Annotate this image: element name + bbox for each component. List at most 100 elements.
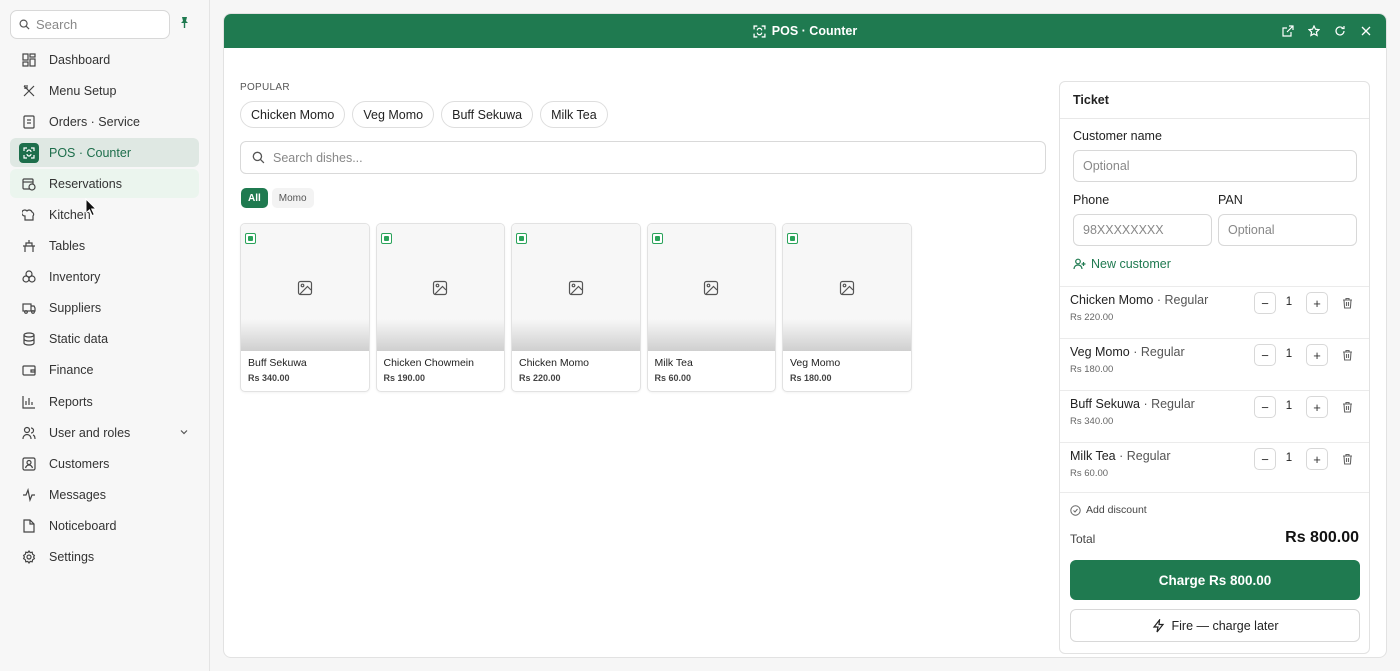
sidebar-item-tables[interactable]: Tables (10, 232, 199, 261)
sidebar-item-label: POS · Counter (49, 145, 131, 160)
increase-qty-button[interactable]: + (1306, 396, 1328, 418)
new-customer-link[interactable]: New customer (1073, 257, 1171, 271)
veg-indicator-icon (245, 233, 256, 244)
line-item-name: Chicken Momo (1070, 293, 1154, 307)
increase-qty-button[interactable]: + (1306, 292, 1328, 314)
dish-card[interactable]: Chicken Momo Rs 220.00 (511, 223, 641, 392)
line-item-price: Rs 340.00 (1070, 416, 1114, 427)
sidebar-item-settings[interactable]: Settings (10, 543, 199, 572)
boxes-icon (21, 269, 37, 285)
external-link-icon[interactable] (1281, 24, 1294, 37)
dish-price: Rs 180.00 (790, 373, 832, 383)
fire-charge-later-button[interactable]: Fire — charge later (1070, 609, 1360, 642)
sidebar-item-label: Finance (49, 363, 94, 378)
filter-momo[interactable]: Momo (271, 188, 314, 208)
sidebar-item-customers[interactable]: Customers (10, 449, 199, 478)
ticket-line-item: Chicken Momo · Regular Rs 220.00 − 1 + (1070, 288, 1360, 338)
line-item-variant: · Regular (1156, 293, 1209, 307)
sidebar-item-kitchen[interactable]: Kitchen (10, 200, 199, 229)
dish-card[interactable]: Buff Sekuwa Rs 340.00 (240, 223, 370, 392)
sidebar-nav: Dashboard Menu Setup Orders · Service PO… (10, 45, 199, 574)
dish-card[interactable]: Veg Momo Rs 180.00 (782, 223, 912, 392)
customer-name-input[interactable]: Optional (1073, 150, 1357, 182)
dish-price: Rs 190.00 (383, 373, 426, 383)
refresh-icon[interactable] (1333, 24, 1346, 37)
sidebar-item-static-data[interactable]: Static data (10, 325, 199, 354)
sidebar-item-suppliers[interactable]: Suppliers (10, 294, 199, 323)
line-item-variant: · Regular (1133, 345, 1185, 359)
phone-label: Phone (1073, 193, 1110, 207)
sidebar-item-messages[interactable]: Messages (10, 480, 199, 509)
line-item-variant: · Regular (1143, 397, 1195, 411)
phone-input[interactable]: 98XXXXXXXX (1073, 214, 1212, 246)
increase-qty-button[interactable]: + (1306, 448, 1328, 470)
filter-all[interactable]: All (241, 188, 268, 208)
line-item-qty: 1 (1285, 400, 1293, 412)
sidebar-item-inventory[interactable]: Inventory (10, 263, 199, 292)
table-icon (21, 238, 37, 254)
wallet-icon (21, 362, 37, 378)
truck-icon (21, 300, 37, 316)
receipt-icon (21, 114, 37, 130)
pin-icon[interactable] (179, 16, 190, 32)
sidebar-item-pos-counter[interactable]: POS · Counter (10, 138, 199, 168)
add-discount-link[interactable]: Add discount (1070, 504, 1147, 516)
close-icon[interactable] (1359, 24, 1372, 37)
discount-icon (1070, 504, 1081, 516)
sidebar-item-noticeboard[interactable]: Noticeboard (10, 511, 199, 540)
sidebar-item-menu-setup[interactable]: Menu Setup (10, 76, 199, 105)
line-item-name: Milk Tea (1070, 449, 1116, 463)
charge-button[interactable]: Charge Rs 800.00 (1070, 560, 1360, 600)
popular-chip[interactable]: Chicken Momo (240, 101, 346, 128)
trash-icon[interactable] (1342, 401, 1353, 416)
sidebar-item-finance[interactable]: Finance (10, 356, 199, 385)
sidebar-item-user-and-roles[interactable]: User and roles (10, 418, 199, 447)
popular-chip[interactable]: Veg Momo (352, 101, 435, 128)
lightning-icon (1152, 618, 1164, 632)
customer-name-label: Customer name (1073, 129, 1162, 143)
dish-card[interactable]: Milk Tea Rs 60.00 (646, 223, 776, 392)
pos-window: POS · Counter POPULAR Chicken Momo Veg M… (223, 13, 1387, 658)
divider (1060, 286, 1369, 287)
image-placeholder-icon (433, 280, 448, 295)
ticket-line-item: Milk Tea · Regular Rs 60.00 − 1 + (1070, 444, 1360, 494)
pan-input[interactable]: Optional (1218, 214, 1357, 246)
pan-placeholder: Optional (1228, 223, 1275, 237)
trash-icon[interactable] (1342, 297, 1353, 312)
sidebar-item-dashboard[interactable]: Dashboard (10, 45, 199, 74)
sidebar-item-reports[interactable]: Reports (10, 387, 199, 416)
line-item-name: Buff Sekuwa (1070, 397, 1140, 411)
ticket-panel: Ticket Customer name Optional Phone PAN … (1059, 81, 1370, 654)
sidebar-item-reservations[interactable]: Reservations (10, 169, 199, 199)
dish-name: Milk Tea (654, 357, 693, 369)
dish-card[interactable]: Chicken Chowmein Rs 190.00 (375, 223, 505, 392)
decrease-qty-button[interactable]: − (1254, 344, 1276, 366)
mouse-cursor-icon (85, 197, 98, 220)
trash-icon[interactable] (1342, 349, 1353, 364)
popular-chip[interactable]: Buff Sekuwa (441, 101, 534, 128)
sidebar-item-label: Tables (49, 239, 86, 254)
total-value: Rs 800.00 (1285, 529, 1359, 546)
image-placeholder-icon (297, 280, 312, 295)
dish-search-input[interactable]: Search dishes... (240, 141, 1046, 174)
decrease-qty-button[interactable]: − (1254, 396, 1276, 418)
divider (1060, 390, 1369, 391)
chevron-down-icon[interactable] (179, 426, 189, 440)
popular-chip[interactable]: Milk Tea (540, 101, 608, 128)
sidebar-item-label: Reservations (49, 176, 122, 191)
customer-name-placeholder: Optional (1083, 159, 1130, 173)
sidebar-search-placeholder: Search (36, 17, 78, 32)
dish-name: Chicken Chowmein (383, 357, 474, 369)
increase-qty-button[interactable]: + (1306, 344, 1328, 366)
trash-icon[interactable] (1342, 453, 1353, 468)
sidebar-search-input[interactable]: Search (10, 10, 170, 39)
star-icon[interactable] (1307, 24, 1320, 37)
sidebar: Search Dashboard Menu Setup Orders · Ser… (0, 0, 210, 671)
popular-chips: Chicken Momo Veg Momo Buff Sekuwa Milk T… (240, 101, 608, 128)
image-placeholder-icon (839, 280, 854, 295)
sidebar-item-orders-service[interactable]: Orders · Service (10, 107, 199, 136)
decrease-qty-button[interactable]: − (1254, 292, 1276, 314)
decrease-qty-button[interactable]: − (1254, 448, 1276, 470)
sidebar-item-label: Noticeboard (49, 518, 117, 533)
line-item-qty: 1 (1285, 296, 1293, 308)
